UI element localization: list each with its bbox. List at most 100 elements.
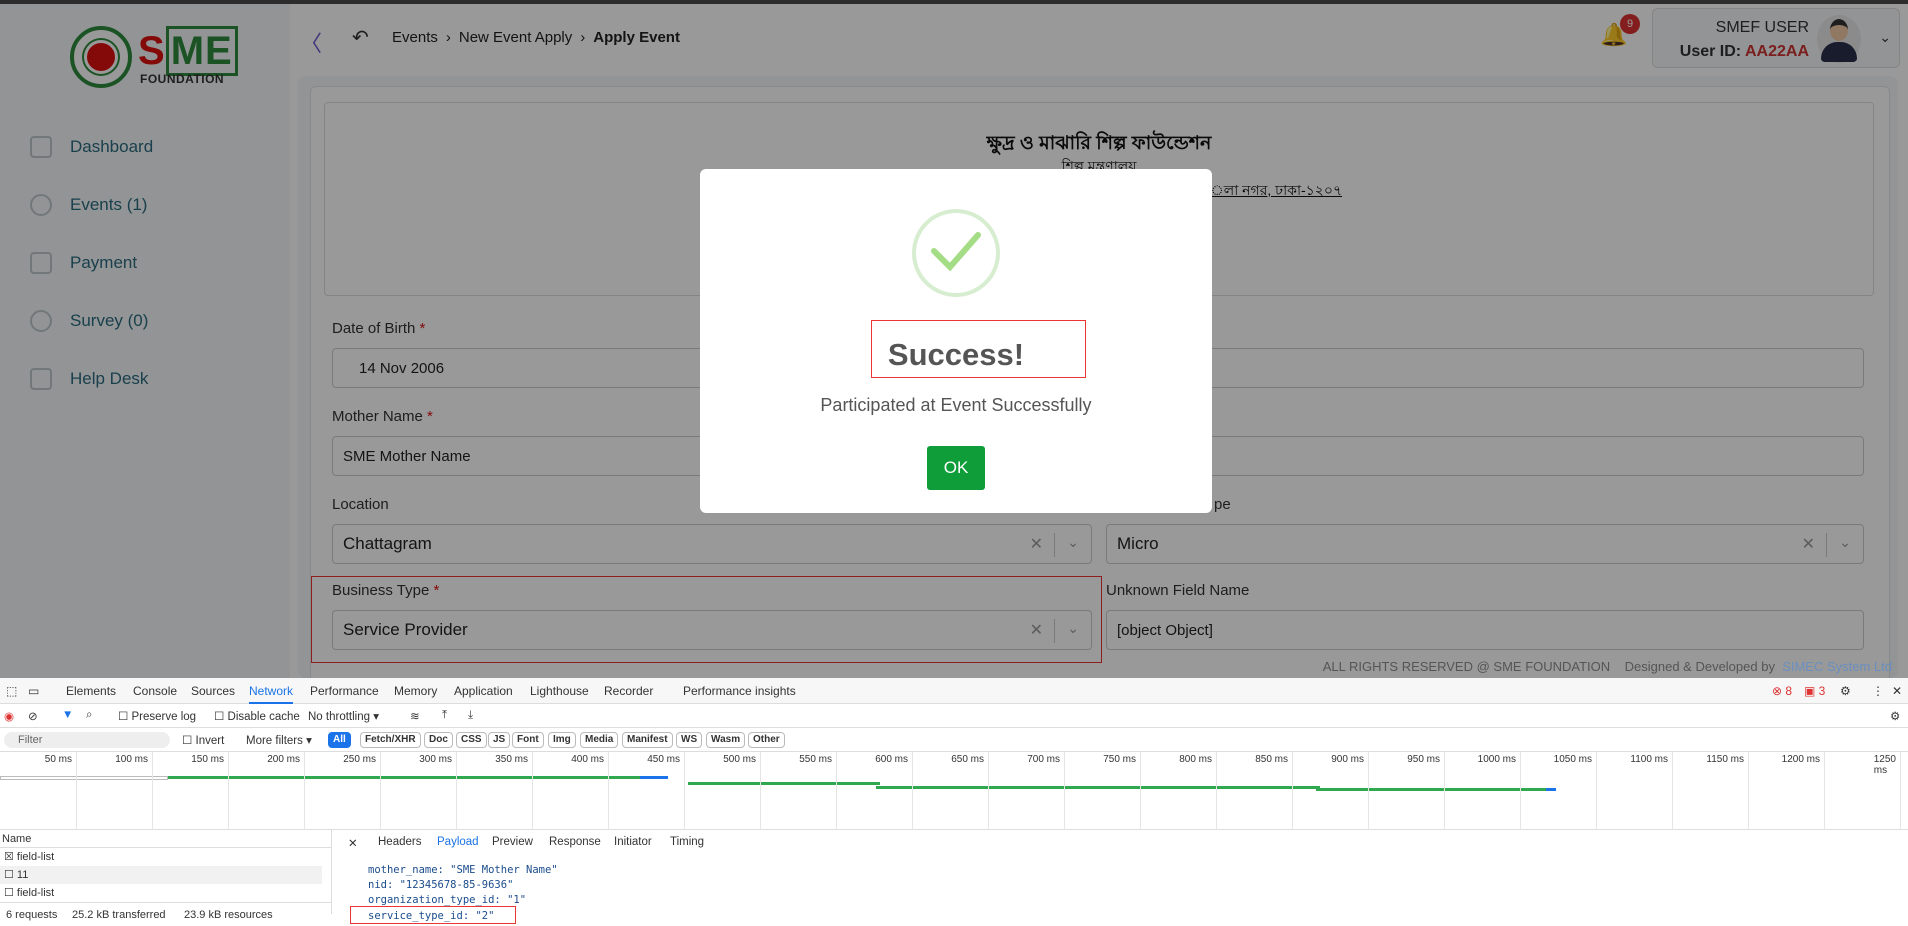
preserve-log-checkbox[interactable]: ☐ Preserve log (118, 709, 196, 723)
network-conditions-icon[interactable]: ≋ (410, 709, 420, 723)
type-filter-font[interactable]: Font (512, 732, 544, 748)
invert-checkbox[interactable]: ☐ Invert (182, 733, 224, 747)
inspect-icon[interactable]: ⬚ (6, 684, 17, 698)
tab-performance[interactable]: Performance (310, 684, 379, 698)
tab-sources[interactable]: Sources (191, 684, 235, 698)
timeline-tick-label: 550 ms (799, 754, 832, 765)
timeline-bar (1316, 788, 1552, 791)
success-modal: Success! Participated at Event Successfu… (700, 169, 1212, 513)
error-count[interactable]: ⊗ 8 (1772, 684, 1792, 698)
timeline-tick-label: 450 ms (647, 754, 680, 765)
timeline-gridline (304, 752, 305, 830)
timeline-tick-label: 950 ms (1407, 754, 1440, 765)
timeline-gridline (836, 752, 837, 830)
tab-payload[interactable]: Payload (437, 836, 479, 848)
type-filter-other[interactable]: Other (748, 732, 785, 748)
filter-input[interactable]: Filter (4, 732, 170, 748)
network-timeline[interactable]: 50 ms 100 ms 150 ms 200 ms 250 ms 300 ms 350 m… (0, 752, 1908, 830)
tab-application[interactable]: Application (454, 684, 513, 698)
warning-count[interactable]: ▣ 3 (1804, 684, 1825, 698)
clear-icon[interactable]: ⊘ (28, 709, 38, 723)
filter-icon[interactable]: ▼ (62, 709, 73, 721)
timeline-tick-label: 300 ms (419, 754, 452, 765)
timeline-gridline (1672, 752, 1673, 830)
timeline-bar (168, 776, 668, 779)
timeline-gridline (988, 752, 989, 830)
timeline-tick-label: 200 ms (267, 754, 300, 765)
payload-line: nid: "12345678-85-9636" (368, 879, 514, 891)
request-row[interactable]: ☐ 11 (0, 866, 322, 884)
timeline-tick-label: 600 ms (875, 754, 908, 765)
timeline-gridline (380, 752, 381, 830)
timeline-gridline (1140, 752, 1141, 830)
timeline-bar (876, 786, 1044, 789)
network-toolbar: ◉ ⊘ ▼ ⌕ ☐ Preserve log ☐ Disable cache N… (0, 704, 1908, 728)
tab-headers[interactable]: Headers (378, 836, 421, 848)
type-filter-img[interactable]: Img (548, 732, 576, 748)
timeline-tick-label: 900 ms (1331, 754, 1364, 765)
request-row[interactable]: ☒ field-list (0, 848, 322, 866)
status-transferred: 25.2 kB transferred (72, 909, 166, 921)
timeline-tick-label: 150 ms (191, 754, 224, 765)
tab-elements[interactable]: Elements (66, 684, 116, 698)
tab-initiator[interactable]: Initiator (614, 836, 652, 848)
type-filter-fetch[interactable]: Fetch/XHR (360, 732, 421, 748)
timeline-gridline (1444, 752, 1445, 830)
app-window: S ME FOUNDATION Dashboard Events (1) Paym… (0, 0, 1908, 678)
timeline-gridline (1292, 752, 1293, 830)
timeline-tick-label: 250 ms (343, 754, 376, 765)
close-panel-icon[interactable]: ✕ (348, 836, 358, 850)
type-filter-media[interactable]: Media (580, 732, 619, 748)
type-filter-manifest[interactable]: Manifest (622, 732, 673, 748)
network-status-bar: 6 requests 25.2 kB transferred 23.9 kB r… (0, 902, 332, 926)
timeline-tick-label: 1250 ms (1873, 754, 1896, 776)
timeline-gridline (152, 752, 153, 830)
throttling-select[interactable]: No throttling ▾ (308, 709, 379, 723)
payload-line: mother_name: "SME Mother Name" (368, 864, 558, 876)
timeline-tick-label: 650 ms (951, 754, 984, 765)
timeline-gridline (684, 752, 685, 830)
device-toggle-icon[interactable]: ▭ (28, 684, 39, 698)
disable-cache-checkbox[interactable]: ☐ Disable cache (214, 709, 300, 723)
timeline-gridline (228, 752, 229, 830)
search-icon[interactable]: ⌕ (86, 709, 92, 722)
tab-memory[interactable]: Memory (394, 684, 437, 698)
tab-console[interactable]: Console (133, 684, 177, 698)
upload-icon[interactable]: ⤒ (442, 709, 447, 722)
more-options-icon[interactable]: ⋮ (1872, 684, 1884, 698)
tab-performance-insights[interactable]: Performance insights (683, 684, 796, 698)
footer-company-link[interactable]: SIMEC System Ltd (1782, 659, 1892, 674)
type-filter-doc[interactable]: Doc (424, 732, 453, 748)
type-filter-wasm[interactable]: Wasm (706, 732, 746, 748)
tab-preview[interactable]: Preview (492, 836, 533, 848)
record-icon[interactable]: ◉ (4, 709, 14, 723)
type-filter-js[interactable]: JS (488, 732, 511, 748)
timeline-tick-label: 800 ms (1179, 754, 1212, 765)
network-settings-icon[interactable]: ⚙ (1890, 709, 1900, 723)
payload-line: organization_type_id: "1" (368, 894, 527, 906)
requests-header[interactable]: Name (0, 830, 332, 848)
devtools-tabs: ⬚ ▭ Elements Console Sources Network Per… (0, 678, 1908, 704)
tab-timing[interactable]: Timing (670, 836, 704, 848)
timeline-gridline (76, 752, 77, 830)
tab-network[interactable]: Network (249, 684, 294, 704)
settings-gear-icon[interactable]: ⚙ (1840, 684, 1851, 698)
timeline-tick-label: 1000 ms (1477, 754, 1516, 765)
tab-lighthouse[interactable]: Lighthouse (530, 684, 589, 698)
type-filter-ws[interactable]: WS (676, 732, 703, 748)
more-filters-dropdown[interactable]: More filters ▾ (246, 733, 312, 747)
close-icon[interactable]: ✕ (1892, 684, 1902, 698)
timeline-bar (688, 782, 880, 785)
type-filter-css[interactable]: CSS (456, 732, 487, 748)
timeline-tick-label: 700 ms (1027, 754, 1060, 765)
timeline-tick-label: 50 ms (44, 754, 72, 765)
tab-recorder[interactable]: Recorder (604, 684, 653, 698)
ok-button[interactable]: OK (927, 446, 985, 490)
modal-title: Success! (887, 337, 1025, 372)
tab-response[interactable]: Response (549, 836, 601, 848)
type-filter-all[interactable]: All (328, 732, 351, 748)
request-row[interactable]: ☐ field-list (0, 884, 322, 902)
success-check-icon (912, 209, 1000, 297)
download-icon[interactable]: ⤓ (468, 709, 473, 722)
timeline-tick-label: 850 ms (1255, 754, 1288, 765)
